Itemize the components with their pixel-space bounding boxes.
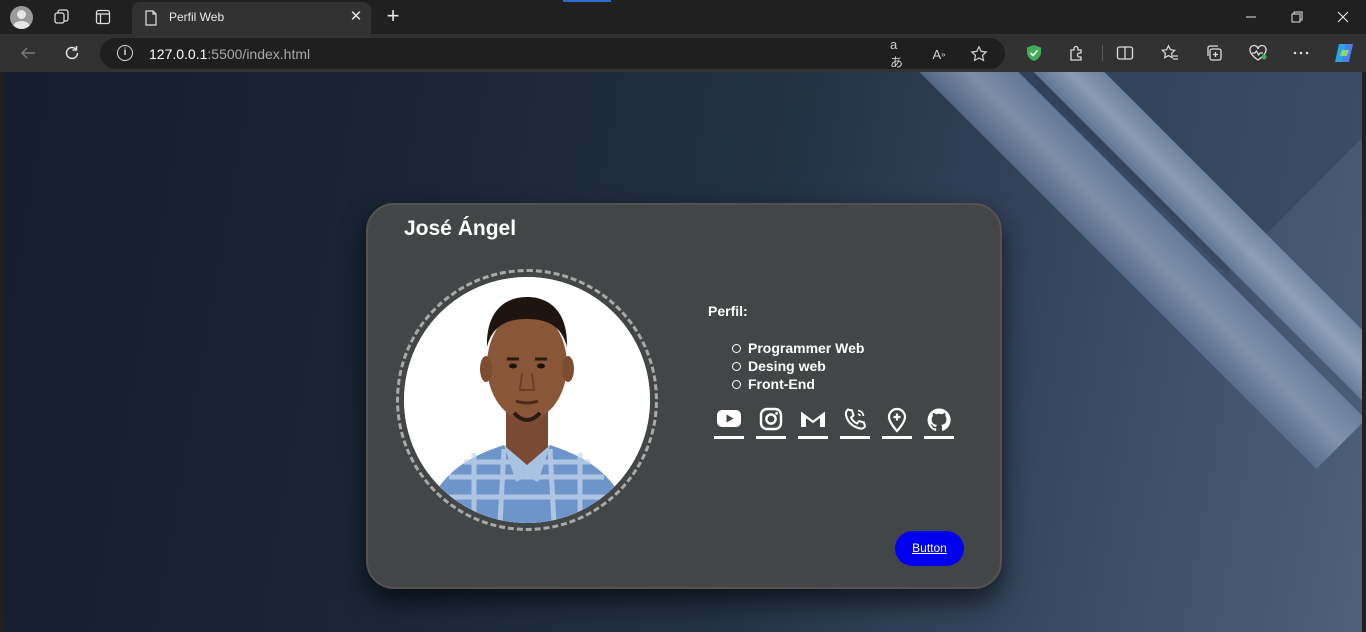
social-links — [714, 407, 954, 439]
youtube-icon[interactable] — [714, 407, 744, 439]
translate-icon[interactable]: aあ — [890, 37, 908, 70]
browser-title-bar: Perfil Web ✕ + — [0, 0, 1366, 34]
back-arrow-icon[interactable] — [17, 42, 39, 64]
info-icon[interactable]: i — [117, 45, 133, 61]
refresh-icon[interactable] — [61, 42, 83, 64]
list-item: Programmer Web — [730, 339, 864, 357]
phone-icon[interactable] — [840, 407, 870, 439]
profile-photo-frame — [396, 269, 658, 531]
profile-card: José Ángel Perfil: Programmer Web Desing… — [366, 203, 1002, 589]
gmail-icon[interactable] — [798, 407, 828, 439]
profile-name: José Ángel — [404, 217, 517, 240]
browser-toolbar: i 127.0.0.1:5500/index.html aあ A» — [0, 34, 1366, 72]
shield-extension-icon[interactable] — [1024, 43, 1044, 63]
tab-actions-icon[interactable] — [94, 8, 112, 26]
workspaces-icon[interactable] — [53, 8, 71, 26]
read-aloud-icon[interactable]: A» — [930, 45, 948, 63]
restore-icon[interactable] — [1274, 0, 1320, 34]
close-icon[interactable]: ✕ — [347, 7, 365, 27]
close-window-icon[interactable] — [1320, 0, 1366, 34]
url-host: 127.0.0.1 — [149, 46, 208, 62]
more-icon[interactable] — [1291, 43, 1311, 63]
extensions-icon[interactable] — [1067, 43, 1087, 63]
split-screen-icon[interactable] — [1115, 43, 1135, 63]
profile-heading: Perfil: — [708, 303, 748, 319]
list-item: Desing web — [730, 357, 864, 375]
page-icon — [144, 10, 158, 31]
health-icon[interactable] — [1248, 43, 1268, 63]
tab-perfil-web[interactable]: Perfil Web ✕ — [132, 2, 371, 34]
location-icon[interactable] — [882, 407, 912, 439]
skills-list: Programmer Web Desing web Front-End — [730, 339, 864, 393]
list-item: Front-End — [730, 375, 864, 393]
address-bar[interactable]: i 127.0.0.1:5500/index.html aあ A» — [100, 37, 1005, 70]
page-viewport: José Ángel Perfil: Programmer Web Desing… — [4, 72, 1362, 632]
url-text[interactable]: 127.0.0.1:5500/index.html — [149, 46, 310, 62]
url-path: :5500/index.html — [207, 46, 311, 62]
instagram-icon[interactable] — [756, 407, 786, 439]
primary-button[interactable]: Button — [895, 531, 964, 566]
profile-photo — [404, 277, 650, 523]
github-icon[interactable] — [924, 407, 954, 439]
plus-icon[interactable]: + — [381, 4, 405, 30]
favorites-icon[interactable] — [1160, 43, 1180, 63]
copilot-icon[interactable] — [1332, 41, 1356, 65]
collections-icon[interactable] — [1204, 43, 1224, 63]
toolbar-divider — [1102, 45, 1103, 61]
profile-avatar[interactable] — [10, 6, 33, 29]
drag-indicator — [563, 0, 611, 2]
favorite-star-icon[interactable] — [970, 45, 988, 63]
minimize-icon[interactable] — [1228, 0, 1274, 34]
tab-title: Perfil Web — [169, 10, 225, 24]
